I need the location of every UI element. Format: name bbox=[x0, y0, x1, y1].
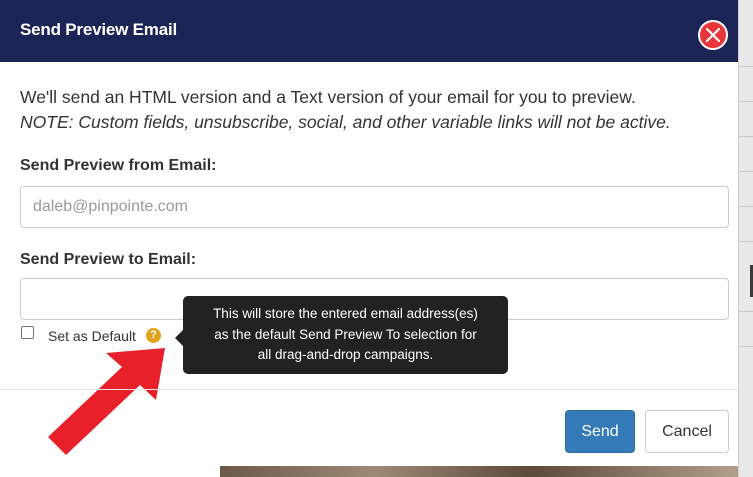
question-icon[interactable]: ? bbox=[146, 328, 161, 343]
tooltip-arrow bbox=[175, 330, 183, 346]
intro-text: We'll send an HTML version and a Text ve… bbox=[20, 85, 720, 135]
send-button[interactable]: Send bbox=[565, 410, 635, 453]
close-icon bbox=[706, 28, 720, 42]
note-line: NOTE: Custom fields, unsubscribe, social… bbox=[20, 112, 671, 132]
dialog-title: Send Preview Email bbox=[20, 20, 178, 39]
background-page bbox=[738, 0, 753, 477]
from-email-label: Send Preview from Email: bbox=[20, 157, 217, 174]
tooltip-line: This will store the entered email addres… bbox=[213, 306, 478, 321]
cancel-button[interactable]: Cancel bbox=[645, 410, 729, 453]
to-email-label: Send Preview to Email: bbox=[20, 251, 197, 268]
dialog-header: Send Preview Email bbox=[0, 0, 738, 62]
red-arrow-icon bbox=[48, 348, 165, 455]
background-image bbox=[220, 466, 738, 477]
set-default-checkbox[interactable] bbox=[21, 326, 34, 339]
tooltip-line: all drag-and-drop campaigns. bbox=[257, 347, 434, 362]
intro-line: We'll send an HTML version and a Text ve… bbox=[20, 87, 636, 107]
from-email-input[interactable] bbox=[20, 186, 729, 228]
set-default-tooltip: This will store the entered email addres… bbox=[183, 296, 508, 374]
set-default-label: Set as Default bbox=[48, 328, 136, 344]
close-button[interactable] bbox=[698, 20, 728, 50]
tooltip-line: as the default Send Preview To selection… bbox=[214, 326, 477, 342]
send-preview-dialog: Send Preview Email We'll send an HTML ve… bbox=[0, 0, 739, 466]
footer-divider bbox=[0, 389, 738, 390]
